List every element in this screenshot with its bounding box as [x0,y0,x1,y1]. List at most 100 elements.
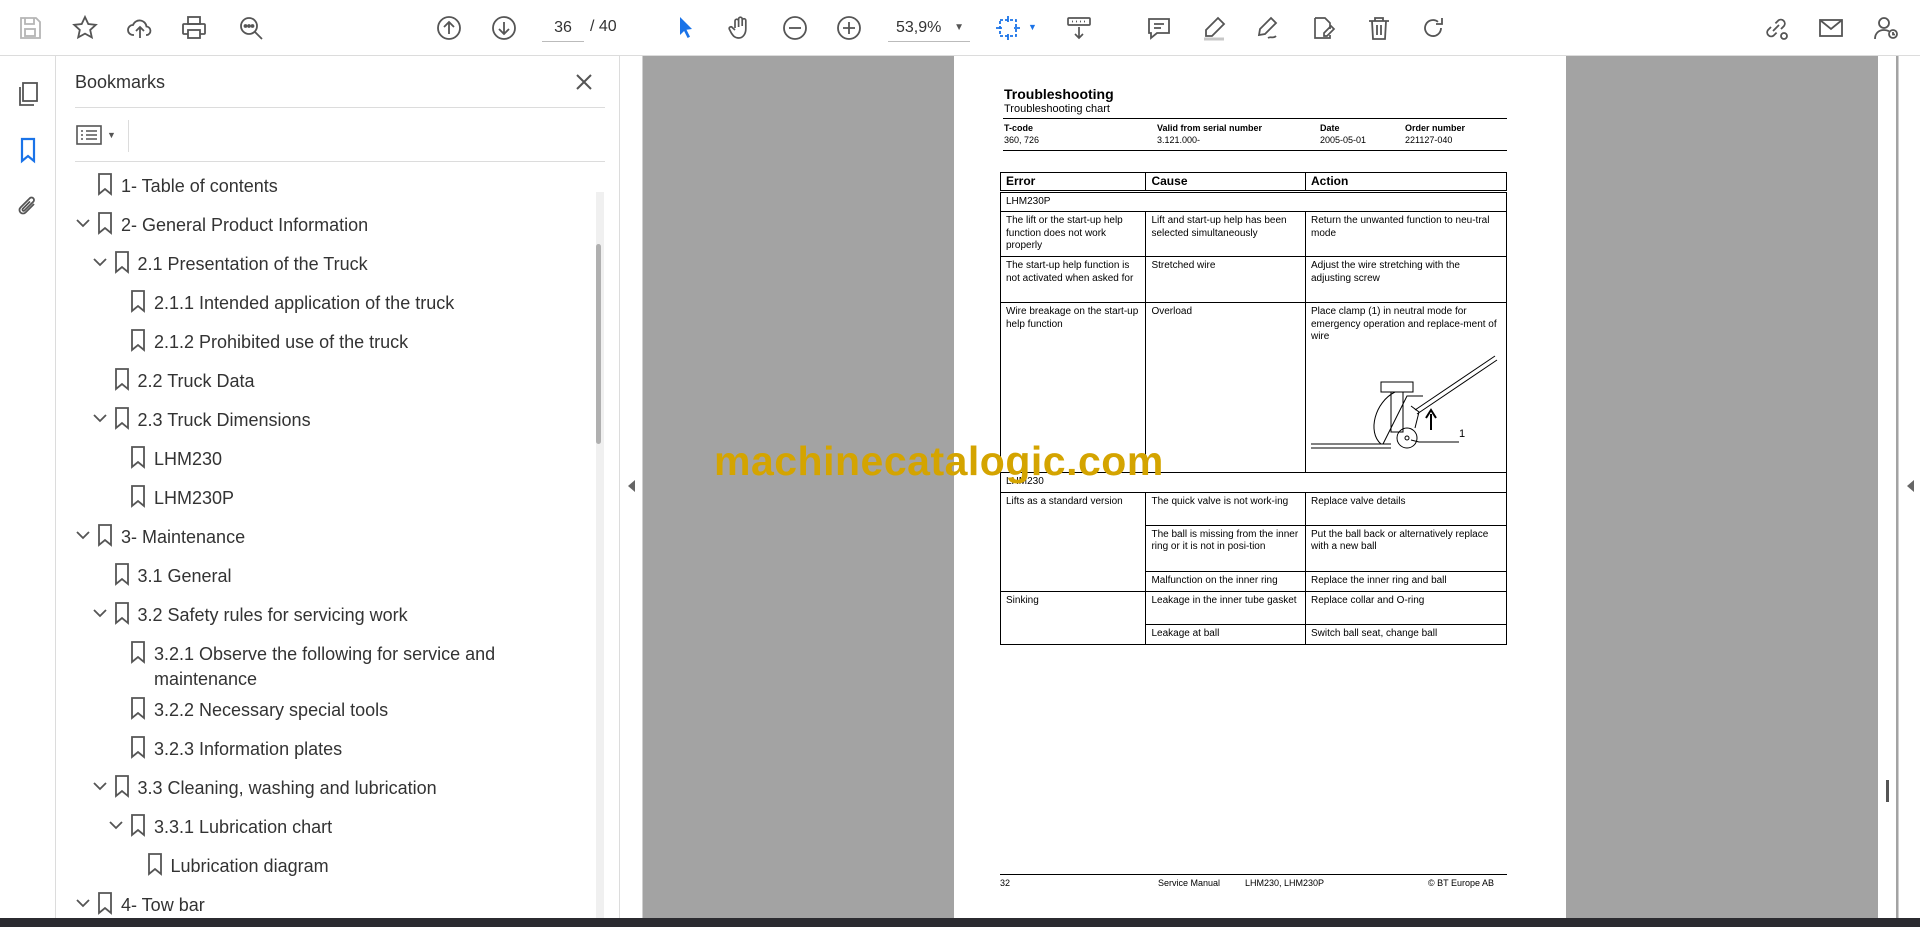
hand-tool-icon[interactable] [722,10,758,46]
bookmark-item[interactable]: 3.3.1 Lubrication chart [75,807,575,843]
bookmark-item[interactable]: 3.2.3 Information plates [75,729,575,765]
email-icon[interactable] [1813,10,1849,46]
save-icon[interactable] [12,10,48,46]
attachments-icon[interactable] [10,188,46,224]
scrollbar-thumb[interactable] [596,244,601,444]
bookmark-item[interactable]: 2.1 Presentation of the Truck [75,244,575,280]
chevron-down-icon[interactable] [75,895,91,911]
chevron-down-icon[interactable] [92,605,108,621]
bookmark-label: 2- General Product Information [121,215,369,235]
action-cell: Return the unwanted function to neu-tral… [1304,211,1508,257]
bookmark-item[interactable]: 2- General Product Information [75,205,575,241]
bookmark-item[interactable]: 2.3 Truck Dimensions [75,400,575,436]
previous-page-icon[interactable] [431,10,467,46]
bookmark-icon [114,602,129,625]
bookmark-label: Lubrication diagram [170,856,329,876]
user-account-icon[interactable] [1868,10,1904,46]
error-cell: Sinking [999,590,1147,645]
collapse-panel-arrow-icon[interactable] [628,480,635,492]
expand-right-panel-arrow-icon[interactable] [1907,480,1914,492]
cause-cell: Stretched wire [1145,256,1306,303]
right-panel-strip [1898,56,1920,918]
upload-cloud-icon[interactable] [122,10,158,46]
chevron-down-icon[interactable] [108,817,124,833]
figure-callout-label: 1 [1458,427,1466,440]
bookmark-item[interactable]: Lubrication diagram [75,846,575,882]
action-cell: Adjust the wire stretching with the adju… [1304,256,1508,303]
action-cell: Replace collar and O-ring [1304,590,1508,625]
bookmark-label: 3.2 Safety rules for servicing work [137,605,408,625]
bookmark-label: 2.1 Presentation of the Truck [137,254,368,274]
chevron-down-icon[interactable] [75,215,91,231]
chevron-down-icon[interactable] [92,778,108,794]
page-thumbnails-icon[interactable] [10,76,46,112]
pdf-page: Troubleshooting Troubleshooting chart T-… [954,56,1566,926]
zoom-in-icon[interactable] [831,10,867,46]
action-cell: Switch ball seat, change ball [1304,623,1508,645]
chevron-down-icon[interactable] [92,410,108,426]
table-row: The start-up help function is not activa… [999,256,1508,303]
bookmark-item[interactable]: LHM230 [75,439,575,475]
cause-cell: The quick valve is not work-ing [1145,491,1306,526]
bookmark-icon [131,290,145,313]
page-number-input[interactable] [542,14,584,42]
bookmark-item[interactable]: 2.1.2 Prohibited use of the truck [75,322,575,358]
bookmark-label: LHM230P [154,488,235,508]
bookmark-item[interactable]: 3.1 General [75,556,575,592]
redo-icon[interactable] [1415,10,1451,46]
bookmark-icon [98,892,112,915]
chevron-down-icon[interactable] [92,254,108,270]
delete-trash-icon[interactable] [1361,10,1397,46]
bookmark-item[interactable]: 3.3 Cleaning, washing and lubrication [75,768,575,804]
bookmarks-panel-title: Bookmarks [75,72,166,92]
bookmark-item[interactable]: 2.2 Truck Data [75,361,575,397]
bookmark-options-button[interactable]: ▼ [75,120,123,150]
bookmark-item[interactable]: 1- Table of contents [75,166,575,202]
bookmark-item[interactable]: 3.2 Safety rules for servicing work [75,595,575,631]
bookmarks-panel-icon[interactable] [10,132,46,168]
bookmark-item[interactable]: 3.2.1 Observe the following for service … [75,634,575,690]
bookmark-label: 2.3 Truck Dimensions [137,410,311,430]
zoom-level-select[interactable]: 53,9% ▼ [888,14,970,42]
share-link-icon[interactable] [1758,10,1794,46]
action-cell: Replace the inner ring and ball [1304,570,1508,592]
star-icon[interactable] [67,10,103,46]
select-cursor-icon[interactable] [667,10,703,46]
scrollbar-thumb[interactable] [1886,780,1889,802]
watermark-text: machinecatalogic.com [714,438,1164,484]
table-row: Sinking Leakage in the inner tube gasket… [999,590,1508,645]
bookmark-icon [131,697,145,720]
document-scrollbar[interactable] [1878,56,1896,918]
action-cell-with-figure: Place clamp (1) in neutral mode for emer… [1304,302,1508,473]
bookmark-item[interactable]: 2.1.1 Intended application of the truck [75,283,575,319]
main-toolbar: / 40 53,9% ▼ ▼ [0,0,1920,56]
bookmark-label: 2.1.1 Intended application of the truck [154,293,455,313]
bookmark-item[interactable]: 3- Maintenance [75,517,575,553]
comment-icon[interactable] [1141,10,1177,46]
chevron-down-icon[interactable] [75,527,91,543]
error-cell: The lift or the start-up help function d… [999,211,1147,257]
edit-text-icon[interactable] [1305,10,1341,46]
print-icon[interactable] [176,10,212,46]
cause-cell: Malfunction on the inner ring [1145,570,1306,592]
bookmark-item[interactable]: 3.2.2 Necessary special tools [75,690,575,726]
bookmark-icon [131,446,145,469]
page-subtitle: Troubleshooting chart [1004,103,1110,115]
next-page-icon[interactable] [486,10,522,46]
section-lhm230p: LHM230P [1000,190,1507,212]
fit-page-icon[interactable] [990,10,1026,46]
find-zoom-icon[interactable] [233,10,269,46]
bookmarks-scrollbar[interactable] [596,192,604,927]
troubleshooting-table: Error Cause Action LHM230P The lift or t… [999,172,1508,645]
draw-pen-icon[interactable] [1250,10,1286,46]
bookmark-item[interactable]: LHM230P [75,478,575,514]
fit-options-chevron-icon[interactable]: ▼ [1028,22,1037,32]
chevron-down-icon: ▼ [107,130,116,140]
zoom-out-icon[interactable] [777,10,813,46]
scroll-mode-icon[interactable] [1061,10,1097,46]
bookmark-icon [131,485,145,508]
list-options-icon [76,125,102,145]
highlight-pen-icon[interactable] [1196,10,1232,46]
bookmark-item[interactable]: 4- Tow bar [75,885,575,921]
close-panel-icon[interactable] [570,68,598,96]
